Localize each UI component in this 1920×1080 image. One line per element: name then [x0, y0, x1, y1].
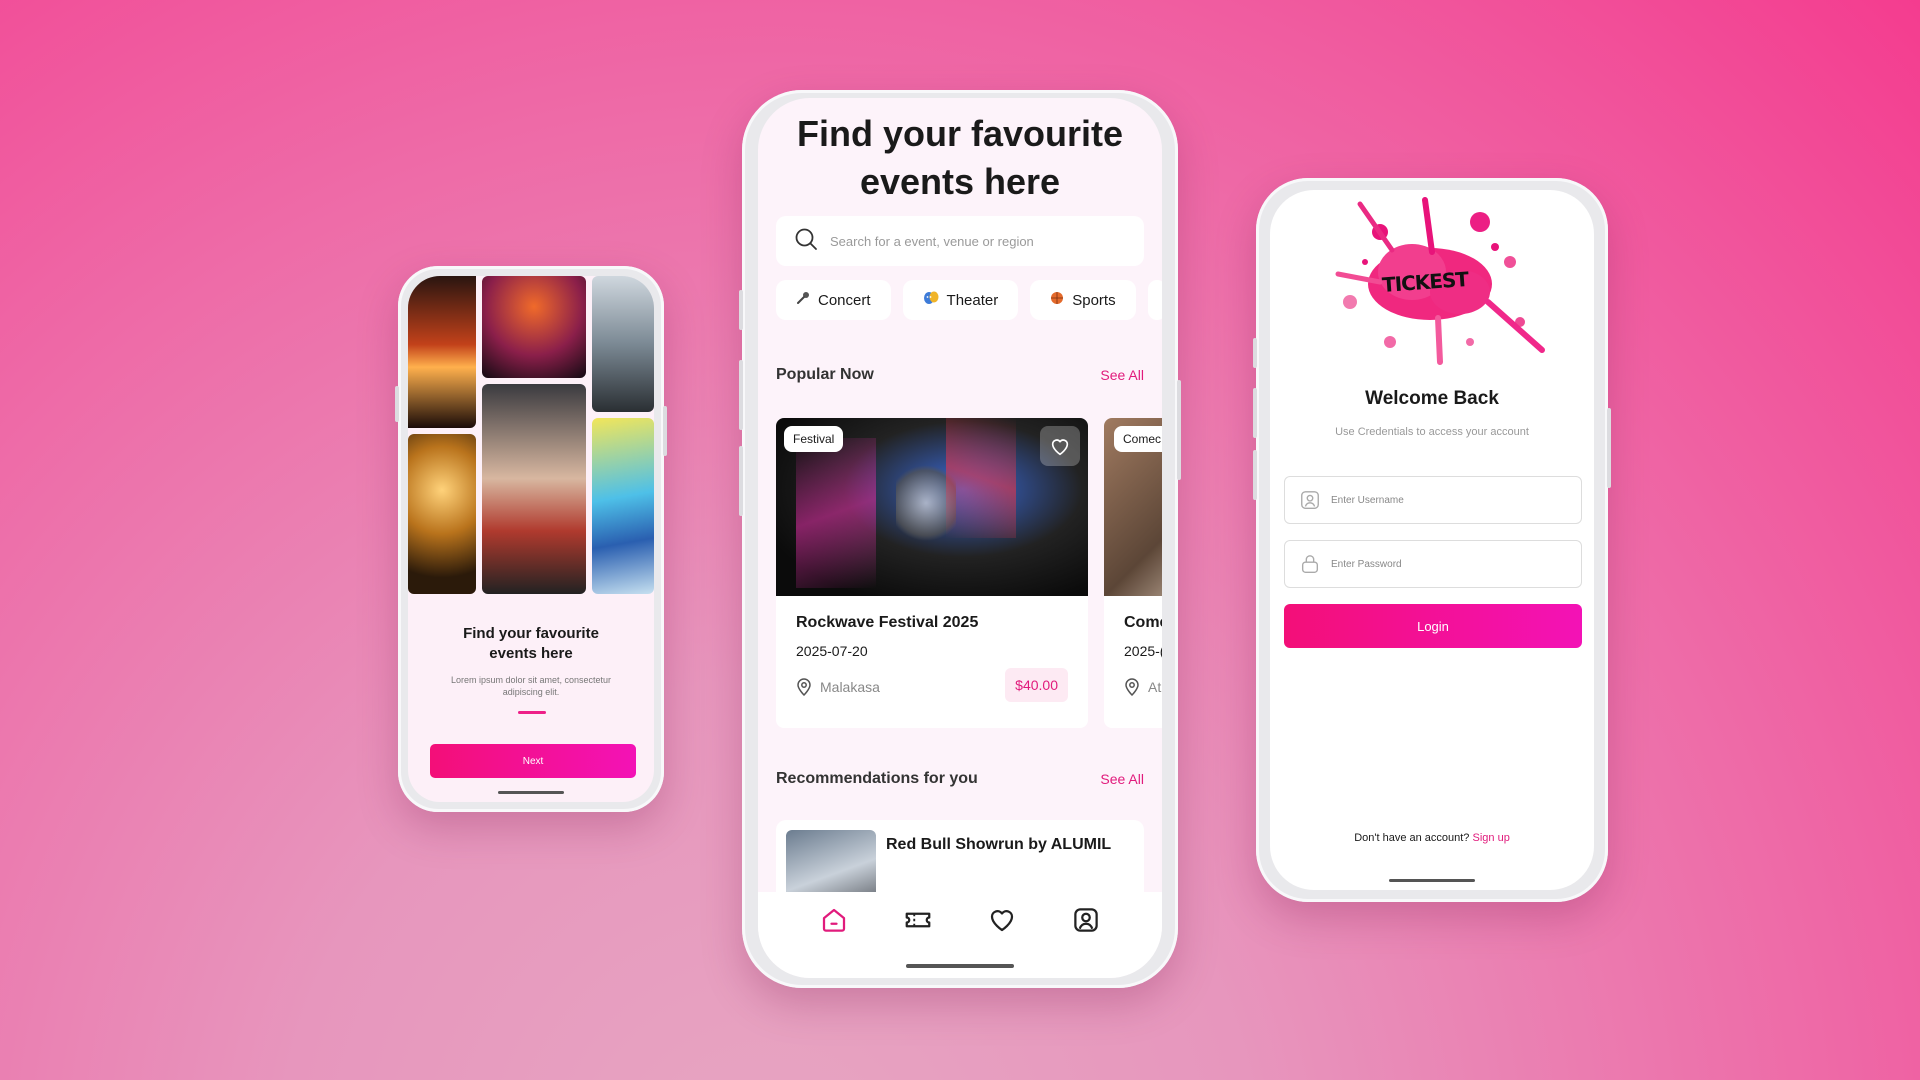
location-pin-icon	[1125, 678, 1139, 696]
event-card[interactable]: Festival Rockwave Festival 2025 2025-07-…	[776, 418, 1088, 728]
concert-crowd-photo	[408, 276, 476, 428]
onboarding-phone: Find your favourite events here Lorem ip…	[395, 266, 667, 812]
category-label: Theater	[946, 291, 999, 309]
page-indicator	[518, 711, 546, 714]
signup-prompt-text: Don't have an account?	[1354, 832, 1470, 844]
onboarding-screen: Find your favourite events here Lorem ip…	[408, 276, 654, 802]
onboarding-subtitle: Lorem ipsum dolor sit amet, consectetur …	[450, 675, 612, 697]
profile-icon	[1074, 908, 1098, 932]
password-field[interactable]	[1284, 540, 1582, 588]
basketball-icon	[1050, 291, 1064, 309]
password-input[interactable]	[1331, 558, 1531, 570]
guitar-stage-photo	[408, 434, 476, 594]
welcome-subtitle: Use Credentials to access your account	[1335, 426, 1529, 438]
onboarding-title: Find your favourite events here	[463, 625, 599, 662]
singer-photo	[592, 276, 654, 412]
search-icon	[794, 227, 818, 256]
color-powder-photo	[592, 418, 654, 594]
user-icon	[1301, 491, 1319, 509]
next-button[interactable]: Next	[430, 744, 636, 778]
location-pin-icon	[797, 678, 811, 696]
tickets-tab[interactable]	[900, 902, 936, 938]
username-field[interactable]	[1284, 476, 1582, 524]
signup-link[interactable]: Sign up	[1473, 832, 1510, 844]
category-label: Concert	[818, 291, 871, 309]
category-theater[interactable]: Theater	[902, 280, 1019, 320]
category-sports[interactable]: Sports	[1030, 280, 1136, 320]
login-button[interactable]: Login	[1284, 604, 1582, 648]
category-more[interactable]	[1147, 280, 1162, 320]
event-location: Malakasa	[796, 678, 880, 696]
recommendations-see-all-link[interactable]: See All	[1100, 771, 1144, 787]
search-input[interactable]: Search for a event, venue or region	[830, 234, 1034, 249]
phone-filming-photo	[482, 276, 586, 378]
recommendations-title: Recommendations for you	[776, 770, 978, 787]
theater-masks-icon	[923, 291, 939, 309]
search-bar[interactable]: Search for a event, venue or region	[776, 216, 1144, 266]
login-phone: TICKEST Welcome Back Use Credentials to …	[1253, 178, 1611, 902]
profile-tab[interactable]	[1068, 902, 1104, 938]
home-phone: Find your favourite events here Search f…	[739, 90, 1181, 988]
event-title: Rockwave Festival 2025	[796, 614, 979, 631]
popular-section-header: Popular Now See All	[776, 366, 1144, 384]
event-category-tag: Festival	[784, 426, 844, 452]
recommendation-title: Red Bull Showrun by ALUMIL	[886, 836, 1112, 853]
event-category-tag: Comec	[1114, 426, 1162, 452]
favorite-button[interactable]	[1040, 426, 1080, 466]
event-photo-collage	[408, 276, 654, 594]
lock-icon	[1301, 555, 1319, 573]
heart-icon	[990, 910, 1014, 932]
welcome-title: Welcome Back	[1365, 388, 1499, 409]
home-indicator	[498, 791, 564, 794]
recommendations-section-header: Recommendations for you See All	[776, 770, 1144, 788]
popular-see-all-link[interactable]: See All	[1100, 367, 1144, 383]
ticket-icon	[905, 912, 931, 928]
event-date: 2025-(	[1124, 643, 1162, 659]
event-location: At	[1124, 678, 1161, 696]
category-chips: Concert Theater Sports	[776, 280, 1162, 320]
home-tab[interactable]	[816, 902, 852, 938]
home-icon	[822, 908, 846, 932]
location-label: Malakasa	[820, 679, 880, 695]
tickest-logo: TICKEST	[1320, 192, 1550, 372]
event-title: Come	[1124, 614, 1162, 631]
home-indicator	[906, 964, 1014, 968]
favorites-tab[interactable]	[984, 902, 1020, 938]
page-title: Find your favourite events here	[796, 113, 1124, 202]
home-indicator	[1389, 879, 1475, 882]
microphone-icon	[796, 291, 810, 309]
home-screen: Find your favourite events here Search f…	[758, 98, 1162, 978]
username-input[interactable]	[1331, 494, 1531, 506]
login-screen: TICKEST Welcome Back Use Credentials to …	[1270, 190, 1594, 890]
popular-title: Popular Now	[776, 366, 874, 383]
event-card[interactable]: Comec Come 2025-( At	[1104, 418, 1162, 728]
signup-prompt: Don't have an account? Sign up	[1270, 832, 1594, 844]
dancing-woman-photo	[482, 384, 586, 594]
category-label: Sports	[1072, 291, 1116, 309]
heart-icon	[1051, 439, 1069, 456]
event-price: $40.00	[1005, 668, 1068, 702]
event-date: 2025-07-20	[796, 643, 868, 659]
category-concert[interactable]: Concert	[776, 280, 891, 320]
location-label: At	[1148, 679, 1162, 695]
